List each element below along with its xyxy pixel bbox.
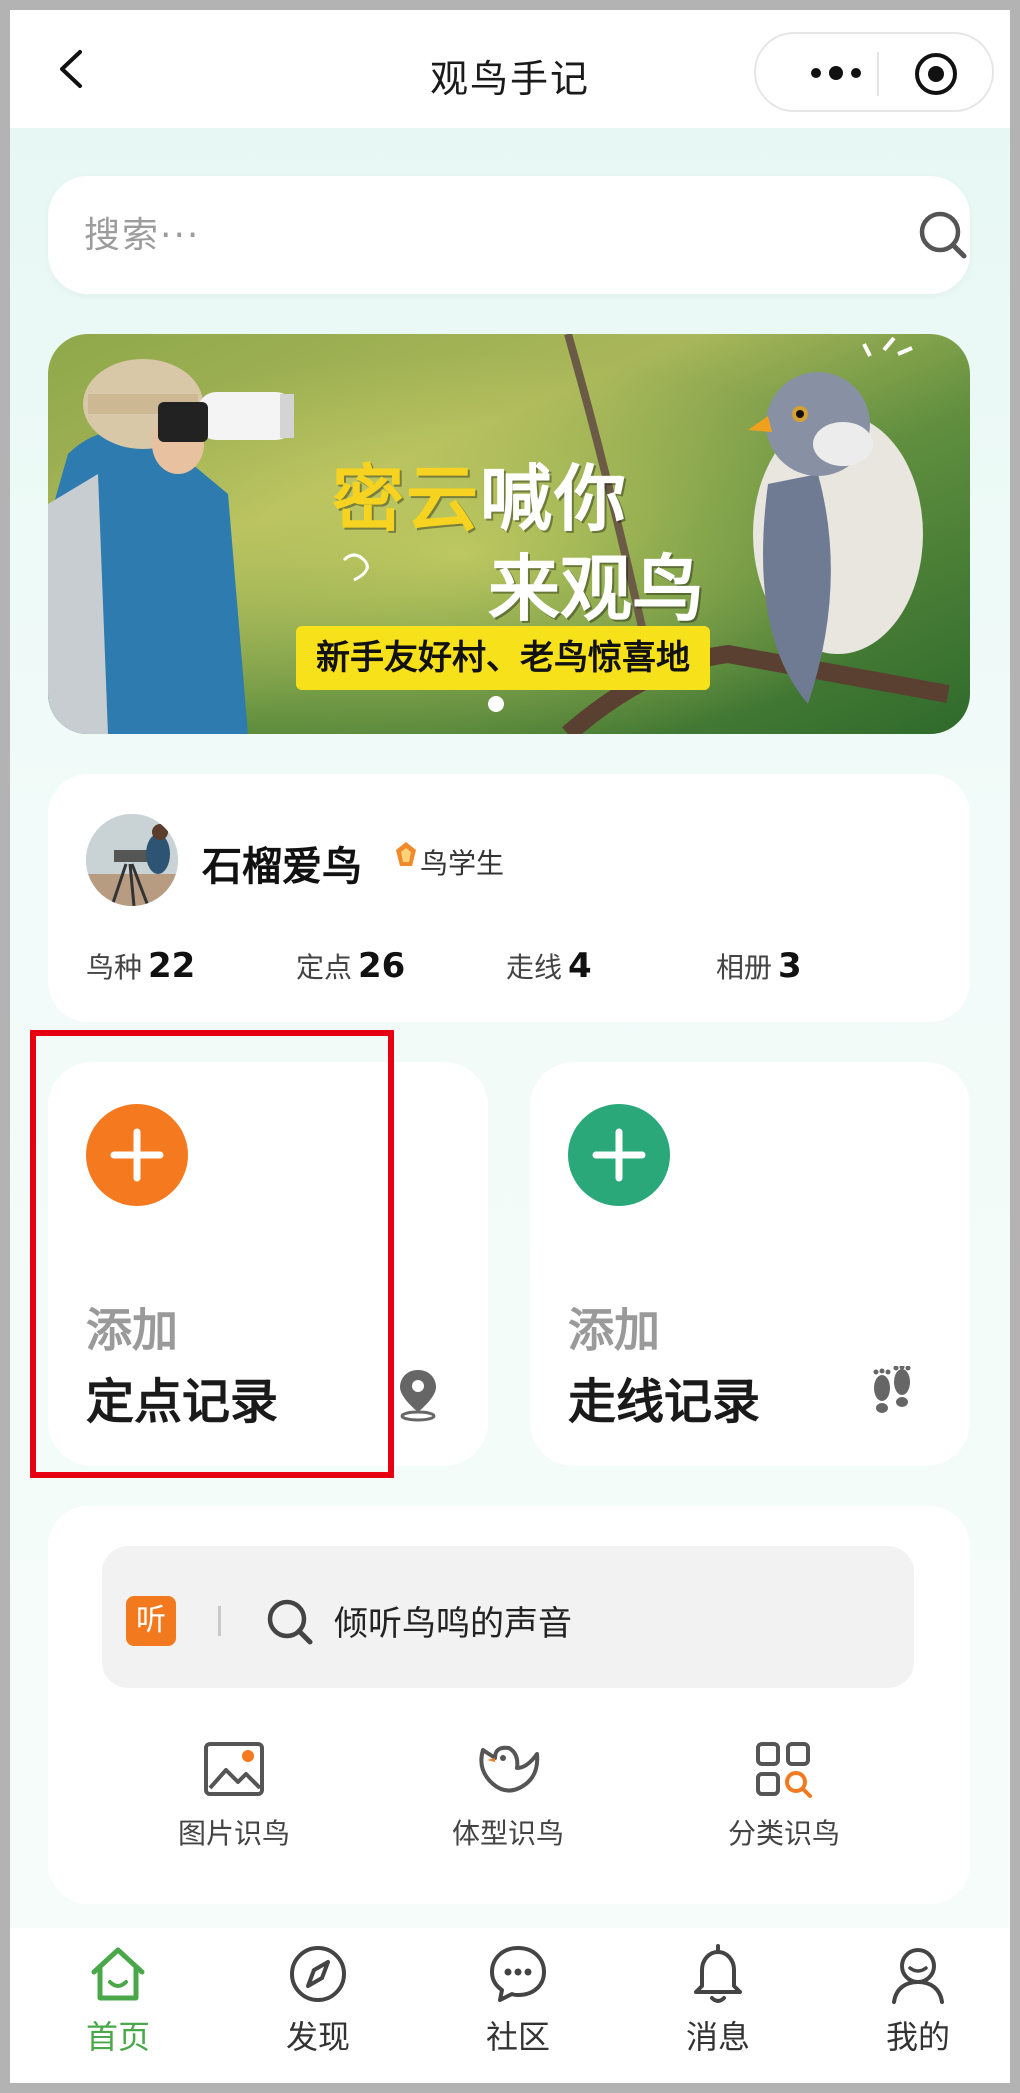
more-button[interactable] bbox=[786, 58, 886, 88]
phone-screen: 观鸟手记 搜索··· 密云喊你 来观鸟 新手友好村、老鸟惊喜地 石榴爱鸟 鸟学生… bbox=[10, 10, 1010, 2083]
listen-search-bar[interactable]: 听 倾听鸟鸣的声音 bbox=[102, 1546, 914, 1688]
mini-program-capsule bbox=[754, 32, 994, 112]
listen-text: 倾听鸟鸣的声音 bbox=[334, 1604, 572, 1644]
tab-community[interactable]: 社区 bbox=[448, 1942, 588, 2072]
bell-icon bbox=[694, 1944, 742, 2003]
tab-label: 我的 bbox=[885, 2018, 950, 2056]
compass-icon bbox=[290, 1946, 346, 2002]
tab-label: 社区 bbox=[485, 2018, 550, 2056]
location-pin-icon bbox=[400, 1370, 436, 1422]
tool-category-identify[interactable]: 分类识鸟 bbox=[684, 1740, 884, 1870]
more-dots-icon bbox=[811, 66, 861, 80]
add-route-record-card[interactable]: 添加 走线记录 bbox=[530, 1062, 970, 1466]
route-record-label: 走线记录 bbox=[568, 1374, 761, 1430]
tool-image-identify[interactable]: 图片识鸟 bbox=[134, 1740, 334, 1870]
promo-banner[interactable]: 密云喊你 来观鸟 新手友好村、老鸟惊喜地 bbox=[48, 334, 970, 734]
image-icon bbox=[204, 1742, 264, 1796]
badge-icon bbox=[396, 842, 416, 866]
tool-label: 分类识鸟 bbox=[727, 1817, 840, 1850]
tab-discover[interactable]: 发现 bbox=[248, 1942, 388, 2072]
listen-divider bbox=[218, 1606, 221, 1636]
plus-icon bbox=[568, 1104, 670, 1206]
tab-label: 消息 bbox=[685, 2018, 750, 2056]
close-mini-program-button[interactable] bbox=[912, 50, 960, 98]
stat-albums[interactable]: 相册 3 bbox=[716, 946, 802, 986]
search-icon[interactable] bbox=[914, 206, 972, 264]
highlight-box bbox=[30, 1030, 394, 1478]
tab-home[interactable]: 首页 bbox=[48, 1942, 188, 2072]
avatar-photographer-icon bbox=[86, 814, 178, 906]
tab-messages[interactable]: 消息 bbox=[648, 1942, 788, 2072]
avatar[interactable] bbox=[86, 814, 178, 906]
stat-points[interactable]: 定点 26 bbox=[296, 946, 405, 986]
user-icon bbox=[892, 1948, 944, 2004]
home-content: 密云喊你 来观鸟 新手友好村、老鸟惊喜地 石榴爱鸟 bbox=[10, 128, 1010, 1928]
tool-label: 图片识鸟 bbox=[177, 1817, 290, 1850]
tool-shape-identify[interactable]: 体型识鸟 bbox=[408, 1740, 608, 1870]
identify-tools-card: 听 倾听鸟鸣的声音 图片识鸟 体型识鸟 分类识鸟 bbox=[48, 1506, 970, 1904]
banner-headline-line2: 来观鸟 bbox=[488, 547, 705, 631]
target-icon bbox=[915, 53, 957, 95]
footprints-icon bbox=[873, 1366, 911, 1413]
capsule-divider bbox=[877, 52, 879, 96]
carousel-indicator bbox=[488, 696, 504, 712]
tool-label: 体型识鸟 bbox=[451, 1817, 564, 1850]
title-bar: 观鸟手记 bbox=[10, 10, 1010, 128]
search-input[interactable] bbox=[84, 198, 844, 272]
stat-species[interactable]: 鸟种 22 bbox=[86, 946, 195, 986]
bottom-tab-bar: 首页 发现 社区 消息 我的 bbox=[10, 1928, 1010, 2083]
search-icon bbox=[267, 1599, 313, 1645]
tab-label: 首页 bbox=[85, 2018, 150, 2056]
user-badge: 鸟学生 bbox=[420, 847, 505, 880]
stat-routes[interactable]: 走线 4 bbox=[506, 946, 592, 986]
username: 石榴爱鸟 bbox=[202, 844, 362, 890]
category-search-icon bbox=[756, 1742, 812, 1798]
listen-tag: 听 bbox=[126, 1596, 176, 1646]
search-bar[interactable] bbox=[48, 176, 970, 294]
home-icon bbox=[91, 1947, 145, 2001]
profile-card[interactable]: 石榴爱鸟 鸟学生 鸟种 22 定点 26 走线 4 相册 3 bbox=[48, 774, 970, 1022]
add-route-button[interactable] bbox=[568, 1104, 670, 1206]
chat-icon bbox=[490, 1946, 546, 2002]
banner-tagline: 新手友好村、老鸟惊喜地 bbox=[296, 626, 710, 690]
add-label: 添加 bbox=[568, 1303, 660, 1357]
tab-label: 发现 bbox=[285, 2018, 350, 2056]
bird-icon bbox=[479, 1745, 540, 1793]
tab-mine[interactable]: 我的 bbox=[848, 1942, 988, 2072]
